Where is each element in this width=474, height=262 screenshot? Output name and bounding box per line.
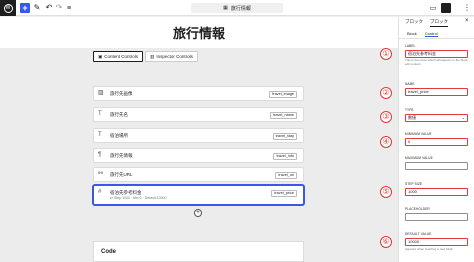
field-label: 旅行先名: [110, 112, 128, 117]
tab-post[interactable]: ブロック: [405, 19, 423, 27]
subtab-control[interactable]: Control: [424, 31, 438, 37]
document-title-bar[interactable]: ▦ 旅行情報: [191, 3, 283, 13]
type-select[interactable]: 数値 ⌄: [405, 114, 468, 122]
field-row-travel-name[interactable]: T 旅行先名 travel_name: [93, 107, 304, 122]
field-label: 旅行先情報: [110, 153, 133, 158]
add-block-button[interactable]: +: [20, 3, 30, 13]
field-name-badge: travel_price: [271, 190, 297, 197]
default-value-field[interactable]: 10000: [405, 238, 468, 246]
field-row-travel-price[interactable]: # 宿泊先参考料金 ⇄ Step:1000 · Min:0 · Default:…: [93, 185, 304, 205]
settings-toggle-button[interactable]: [441, 3, 451, 13]
tab-label: Inspector Controls: [156, 54, 193, 59]
chevron-down-icon: ⌄: [461, 115, 465, 120]
default-field-help: Appears when inserting a new block: [405, 247, 454, 251]
annotation-badge-5: ⑤: [380, 186, 392, 198]
field-summary: ⇄ Step:1000 · Min:0 · Default:10000: [110, 196, 167, 200]
wordpress-logo-icon[interactable]: W: [0, 0, 16, 16]
close-icon[interactable]: ×: [465, 18, 469, 24]
preview-icon[interactable]: ▭: [428, 3, 438, 13]
code-section-title: Code: [101, 249, 116, 255]
max-field-label: MAXIMUM VALUE: [405, 156, 433, 160]
field-name-badge: travel_info: [273, 153, 297, 160]
layout-icon: ▣: [98, 53, 103, 59]
paragraph-icon: ¶: [98, 152, 102, 158]
subtab-block[interactable]: Block: [407, 31, 417, 37]
annotation-badge-1: ①: [380, 48, 392, 60]
tab-inspector-controls[interactable]: ▥ Inspector Controls: [145, 51, 198, 62]
add-field-button[interactable]: +: [194, 209, 202, 217]
annotation-badge-6: ⑥: [380, 236, 392, 248]
edit-tool-icon[interactable]: ✎: [32, 3, 42, 13]
document-title: 旅行情報: [230, 5, 251, 12]
max-value-field[interactable]: [405, 162, 468, 170]
field-row-travel-stay[interactable]: T 宿泊場所 travel_stay: [93, 128, 304, 143]
field-row-travel-info[interactable]: ¶ 旅行先情報 travel_info: [93, 148, 304, 163]
annotation-badge-4: ④: [380, 136, 392, 148]
field-label: 旅行先画像: [110, 91, 133, 96]
template-icon: ▦: [223, 5, 228, 11]
field-name-badge: travel_url: [275, 172, 297, 179]
link-icon: ⚯: [98, 171, 104, 177]
image-icon: ▨: [98, 90, 104, 96]
field-name-badge: travel_stay: [272, 133, 297, 140]
field-name-badge: travel_name: [270, 112, 297, 119]
settings-sidebar: ブロック ブロック × Block Control LABEL 宿泊先参考料金 …: [398, 17, 474, 262]
field-label: 宿泊場所: [110, 133, 128, 138]
document-overview-icon[interactable]: ≡: [64, 3, 74, 13]
placeholder-field-label: PLACEHOLDER: [405, 207, 430, 211]
undo-icon[interactable]: ↶: [44, 3, 54, 13]
tab-block[interactable]: ブロック: [430, 19, 448, 27]
page-title[interactable]: 旅行情報: [0, 23, 398, 42]
annotation-badge-2: ②: [380, 87, 392, 99]
step-size-field[interactable]: 1000: [405, 188, 468, 196]
sidebar-tabs: ブロック ブロック: [405, 19, 448, 27]
placeholder-field[interactable]: [405, 213, 468, 221]
sidebar-icon: ▥: [150, 53, 155, 59]
code-section: Code: [93, 241, 304, 262]
annotation-badge-3: ③: [380, 111, 392, 123]
label-field[interactable]: 宿泊先参考料金: [405, 50, 468, 58]
default-field-label: DEFAULT VALUE: [405, 232, 432, 236]
sidebar-subtabs: Block Control: [407, 31, 438, 37]
divider: [399, 38, 474, 39]
label-field-label: LABEL: [405, 44, 416, 48]
text-icon: T: [98, 132, 102, 138]
step-field-label: STEP SIZE: [405, 182, 423, 186]
redo-icon[interactable]: ↷: [54, 3, 64, 13]
text-icon: T: [98, 111, 102, 117]
name-field-label: NAME: [405, 82, 415, 86]
control-tabs: ▣ Content Controls ▥ Inspector Controls: [93, 51, 198, 62]
options-menu-icon[interactable]: ⋮: [462, 3, 472, 13]
tab-content-controls[interactable]: ▣ Content Controls: [93, 51, 144, 62]
field-label: 旅行先URL: [110, 172, 133, 177]
field-name-badge: travel_image: [269, 91, 297, 98]
tab-label: Content Controls: [104, 54, 139, 59]
name-field[interactable]: travel_price: [405, 88, 468, 96]
label-field-help: This is the name which will appear on th…: [405, 58, 468, 66]
field-row-travel-url[interactable]: ⚯ 旅行先URL travel_url: [93, 167, 304, 182]
field-row-travel-image[interactable]: ▨ 旅行先画像 travel_image: [93, 86, 304, 101]
min-value-field[interactable]: 0: [405, 138, 468, 146]
min-field-label: MINIMUM VALUE: [405, 132, 432, 136]
number-icon: #: [98, 189, 102, 195]
type-select-value: 数値: [408, 115, 416, 120]
type-field-label: TYPE: [405, 108, 414, 112]
editor-toolbar: W + ✎ ↶ ↷ ≡ ▦ 旅行情報 ▭ ⋮: [0, 0, 474, 16]
